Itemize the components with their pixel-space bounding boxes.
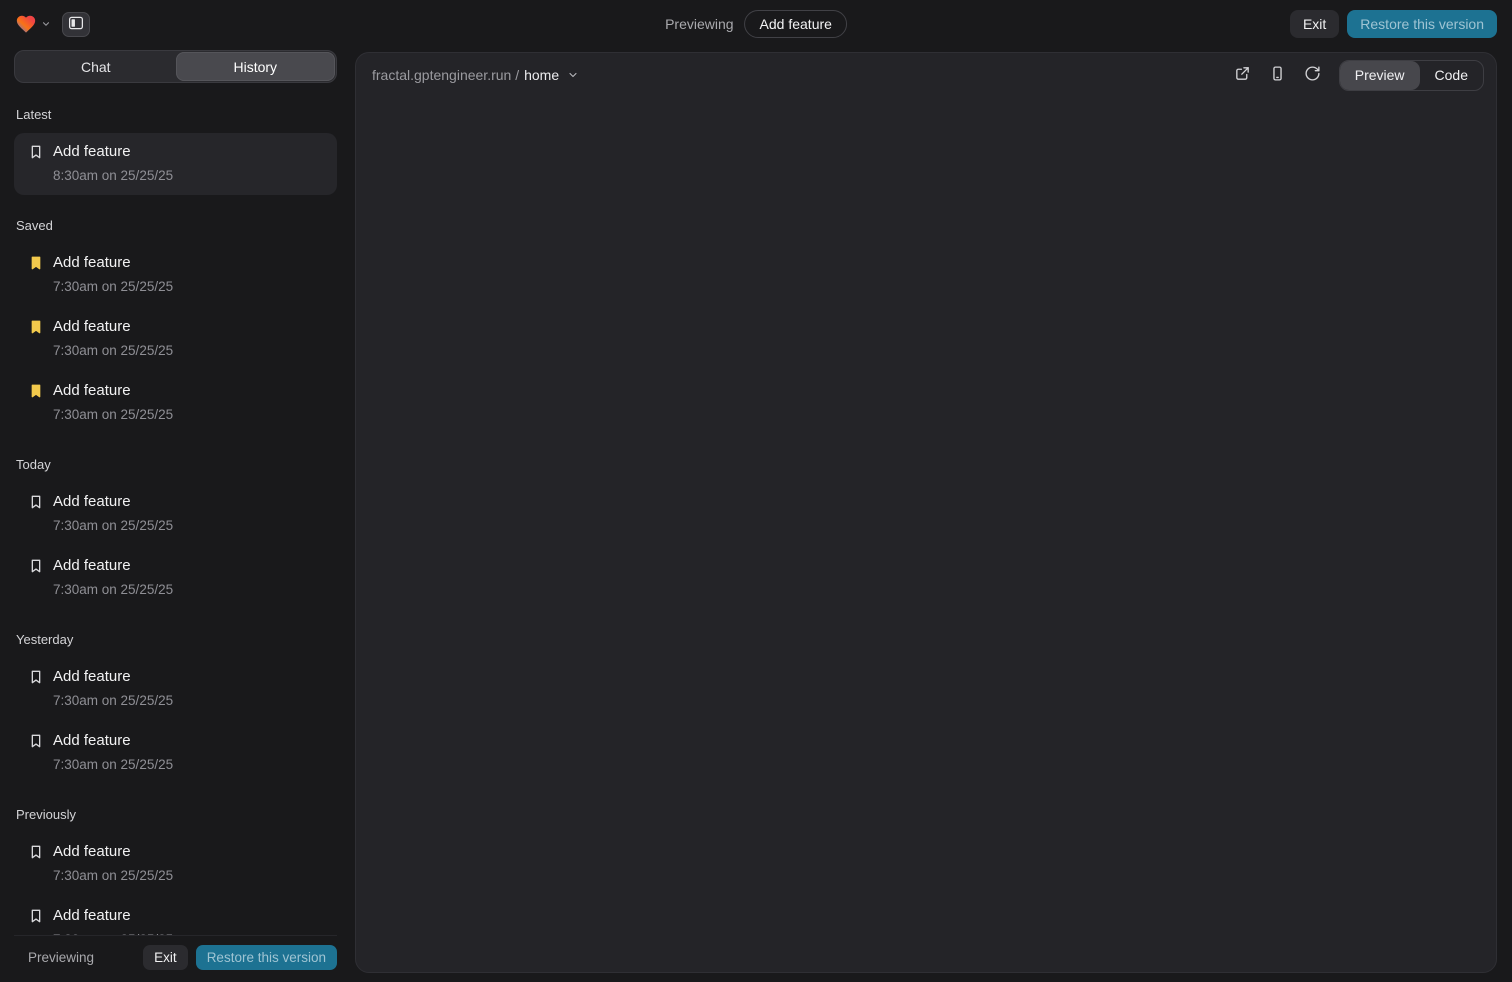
bookmark-outline-icon[interactable]	[28, 908, 44, 924]
version-list[interactable]: Latest Add feature 8:30am on 25/25/25 Sa…	[14, 83, 337, 935]
preview-code-toggle: Preview Code	[1339, 60, 1484, 91]
sidebar-toggle-button[interactable]	[62, 12, 90, 37]
external-link-icon	[1234, 65, 1251, 85]
version-title: Add feature	[53, 253, 173, 273]
version-item[interactable]: Add feature 7:30am on 25/25/25	[14, 897, 337, 935]
refresh-icon	[1304, 65, 1321, 85]
bookmark-filled-icon[interactable]	[28, 383, 44, 399]
version-item[interactable]: Add feature 7:30am on 25/25/25	[14, 372, 337, 434]
section-label: Saved	[16, 218, 333, 233]
toggle-preview[interactable]: Preview	[1340, 61, 1420, 90]
section-today: Today Add feature 7:30am on 25/25/25 Add…	[14, 457, 337, 609]
section-previously: Previously Add feature 7:30am on 25/25/2…	[14, 807, 337, 935]
history-sidebar: Chat History Latest Add feature 8:30am o…	[14, 50, 337, 970]
bookmark-outline-icon[interactable]	[28, 494, 44, 510]
version-title: Add feature	[53, 317, 173, 337]
version-item[interactable]: Add feature 7:30am on 25/25/25	[14, 308, 337, 370]
preview-content[interactable]	[356, 95, 1496, 972]
footer-restore-button[interactable]: Restore this version	[196, 945, 337, 971]
preview-panel: fractal.gptengineer.run / home	[355, 52, 1497, 973]
section-label: Latest	[16, 107, 333, 122]
preview-header: fractal.gptengineer.run / home	[356, 53, 1496, 95]
chevron-down-icon	[567, 69, 579, 81]
panel-left-icon	[67, 14, 85, 35]
bookmark-filled-icon[interactable]	[28, 255, 44, 271]
url-bar[interactable]: fractal.gptengineer.run / home	[372, 67, 579, 83]
footer-exit-button[interactable]: Exit	[143, 945, 188, 971]
open-in-new-tab-button[interactable]	[1230, 61, 1255, 89]
tab-chat[interactable]: Chat	[16, 52, 176, 81]
version-timestamp: 7:30am on 25/25/25	[53, 581, 173, 599]
lovable-heart-icon	[15, 13, 37, 35]
section-label: Today	[16, 457, 333, 472]
section-saved: Saved Add feature 7:30am on 25/25/25 Add…	[14, 218, 337, 434]
version-item[interactable]: Add feature 7:30am on 25/25/25	[14, 244, 337, 306]
version-item[interactable]: Add feature 7:30am on 25/25/25	[14, 658, 337, 720]
section-yesterday: Yesterday Add feature 7:30am on 25/25/25…	[14, 632, 337, 784]
version-timestamp: 8:30am on 25/25/25	[53, 167, 173, 185]
bookmark-outline-icon[interactable]	[28, 844, 44, 860]
restore-button[interactable]: Restore this version	[1347, 10, 1497, 38]
version-timestamp: 7:30am on 25/25/25	[53, 756, 173, 774]
version-title: Add feature	[53, 556, 173, 576]
toggle-code[interactable]: Code	[1420, 61, 1483, 90]
brand[interactable]	[15, 13, 51, 35]
top-bar: Previewing Add feature Exit Restore this…	[0, 0, 1512, 48]
version-item[interactable]: Add feature 7:30am on 25/25/25	[14, 722, 337, 784]
tab-history[interactable]: History	[176, 52, 336, 81]
url-host: fractal.gptengineer.run /	[372, 67, 519, 83]
sidebar-tabs: Chat History	[14, 50, 337, 83]
bookmark-outline-icon[interactable]	[28, 144, 44, 160]
bookmark-outline-icon[interactable]	[28, 733, 44, 749]
bookmark-outline-icon[interactable]	[28, 669, 44, 685]
version-badge: Add feature	[745, 10, 847, 38]
preview-status: Previewing Add feature	[665, 10, 847, 38]
version-title: Add feature	[53, 667, 173, 687]
version-item[interactable]: Add feature 8:30am on 25/25/25	[14, 133, 337, 195]
version-title: Add feature	[53, 906, 173, 926]
previewing-label: Previewing	[665, 16, 733, 32]
version-title: Add feature	[53, 731, 173, 751]
mobile-view-button[interactable]	[1265, 61, 1290, 89]
version-title: Add feature	[53, 492, 173, 512]
section-label: Previously	[16, 807, 333, 822]
version-item[interactable]: Add feature 7:30am on 25/25/25	[14, 547, 337, 609]
version-title: Add feature	[53, 381, 173, 401]
bookmark-filled-icon[interactable]	[28, 319, 44, 335]
exit-button[interactable]: Exit	[1290, 10, 1339, 38]
url-page: home	[524, 67, 559, 83]
version-timestamp: 7:30am on 25/25/25	[53, 867, 173, 885]
refresh-button[interactable]	[1300, 61, 1325, 89]
version-timestamp: 7:30am on 25/25/25	[53, 406, 173, 424]
chevron-down-icon	[41, 19, 51, 29]
version-timestamp: 7:30am on 25/25/25	[53, 342, 173, 360]
version-title: Add feature	[53, 142, 173, 162]
version-item[interactable]: Add feature 7:30am on 25/25/25	[14, 483, 337, 545]
version-title: Add feature	[53, 842, 173, 862]
section-label: Yesterday	[16, 632, 333, 647]
footer-previewing-label: Previewing	[28, 950, 94, 965]
version-timestamp: 7:30am on 25/25/25	[53, 517, 173, 535]
version-item[interactable]: Add feature 7:30am on 25/25/25	[14, 833, 337, 895]
bookmark-outline-icon[interactable]	[28, 558, 44, 574]
version-timestamp: 7:30am on 25/25/25	[53, 278, 173, 296]
version-timestamp: 7:30am on 25/25/25	[53, 692, 173, 710]
section-latest: Latest Add feature 8:30am on 25/25/25	[14, 107, 337, 195]
smartphone-icon	[1269, 65, 1286, 85]
sidebar-footer: Previewing Exit Restore this version	[14, 935, 337, 971]
